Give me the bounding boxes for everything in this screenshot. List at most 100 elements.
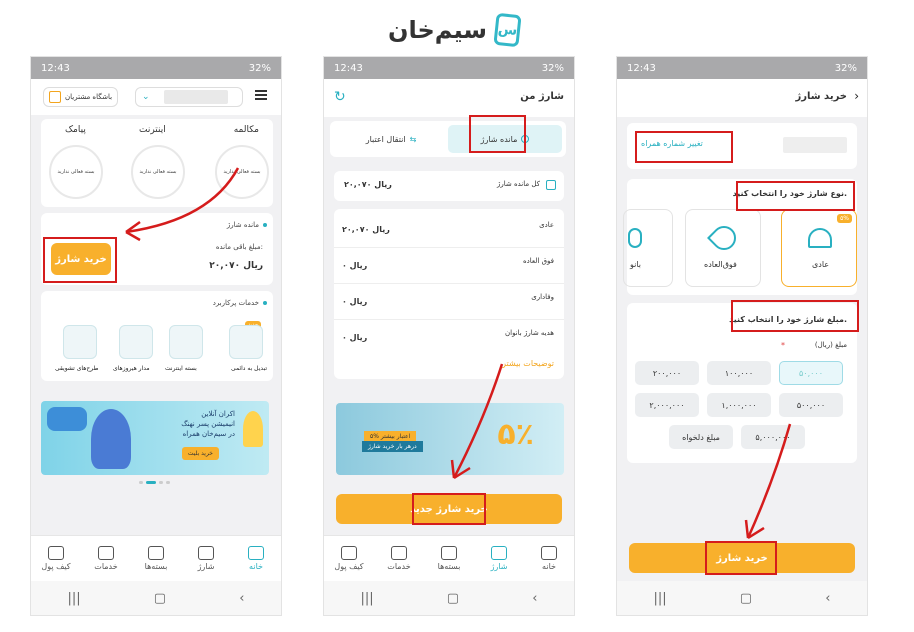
home-circle-icon[interactable]: ▢ bbox=[154, 591, 166, 606]
wallet-icon bbox=[341, 546, 357, 560]
internet-package-icon[interactable] bbox=[169, 325, 203, 359]
type-option-super[interactable]: فوق‌العاده bbox=[685, 209, 761, 287]
tab-services[interactable]: خدمات bbox=[378, 546, 420, 571]
tab-services[interactable]: خدمات bbox=[85, 546, 127, 571]
home-circle-icon[interactable]: ▢ bbox=[447, 591, 459, 606]
dot-icon bbox=[263, 223, 267, 227]
recent-apps-icon[interactable]: ||| bbox=[68, 591, 81, 606]
buy-charge-button[interactable]: خرید شارژ bbox=[51, 243, 111, 275]
home-circle-icon[interactable]: ▢ bbox=[740, 591, 752, 606]
type-option-women[interactable]: بانو bbox=[623, 209, 673, 287]
tab-sms[interactable]: پیامک bbox=[65, 125, 86, 135]
android-nav-bar: ||| ▢ ‹ bbox=[31, 581, 281, 615]
balance-label: مبلغ باقی مانده: bbox=[215, 243, 263, 251]
recent-apps-icon[interactable]: ||| bbox=[361, 591, 374, 606]
phone-number-card: تغییر شماره همراه bbox=[627, 123, 857, 169]
promo-big-percent: ۵٪ bbox=[497, 417, 534, 452]
ribbon-badge-icon bbox=[243, 411, 263, 447]
amount-option[interactable]: ۵,۰۰۰,۰۰۰ bbox=[741, 425, 805, 449]
recent-apps-icon[interactable]: ||| bbox=[654, 591, 667, 606]
buy-charge-submit-button[interactable]: خرید شارژ bbox=[629, 543, 855, 573]
custom-amount-option[interactable]: مبلغ دلخواه bbox=[669, 425, 733, 449]
back-icon[interactable]: ‹ bbox=[239, 591, 244, 606]
wallet-icon bbox=[521, 135, 530, 143]
amount-option[interactable]: ۵۰,۰۰۰ bbox=[779, 361, 843, 385]
customer-club-button[interactable]: باشگاه مشتریان bbox=[43, 87, 119, 107]
tab-label: خانه bbox=[542, 562, 556, 571]
movie-banner[interactable]: اکران آنلاین انیمیشن پسر نهنگ در سیم‌خان… bbox=[41, 401, 269, 475]
sim-convert-icon[interactable] bbox=[229, 325, 263, 359]
home-icon bbox=[541, 546, 557, 560]
buy-new-charge-button[interactable]: خرید شارژ جدید bbox=[336, 494, 562, 524]
tab-wallet[interactable]: کیف پول bbox=[35, 546, 77, 571]
status-time: 12:43 bbox=[41, 62, 70, 74]
total-balance-card: کل مانده شارژ ۲۰,۰۷۰ ریال bbox=[334, 171, 564, 201]
charge-type-card: نوع شارژ خود را انتخاب کنید. ۵% عادی فوق… bbox=[623, 179, 857, 295]
status-battery: 32% bbox=[834, 62, 857, 74]
tab-wallet[interactable]: کیف پول bbox=[328, 546, 370, 571]
phone-my-charge-screen: 12:43 32% ↻ شارژ من مانده شارژ انتقال اع… bbox=[323, 56, 575, 616]
tab-transfer[interactable]: انتقال اعتبار ⇆ bbox=[334, 125, 448, 153]
back-icon[interactable]: ‹ bbox=[532, 591, 537, 606]
amount-option[interactable]: ۱,۰۰۰,۰۰۰ bbox=[707, 393, 771, 417]
service-label-convert: تبدیل به دائمی bbox=[230, 365, 267, 372]
tab-home[interactable]: خانه bbox=[528, 546, 570, 571]
balance-value: ۲۰,۰۷۰ ریال bbox=[209, 261, 263, 271]
amount-option[interactable]: ۲۰۰,۰۰۰ bbox=[635, 361, 699, 385]
banner-line2: انیمیشن پسر نهنگ bbox=[181, 420, 235, 428]
tab-packages[interactable]: بسته‌ها bbox=[135, 546, 177, 571]
tab-charge[interactable]: شارژ bbox=[185, 546, 227, 571]
page-title: شارژ من bbox=[520, 91, 564, 102]
tab-label: خانه bbox=[249, 562, 263, 571]
gift-icon bbox=[49, 91, 61, 103]
balance-title: مانده شارژ bbox=[226, 221, 259, 229]
amount-option[interactable]: ۵۰۰,۰۰۰ bbox=[779, 393, 843, 417]
tab-packages[interactable]: بسته‌ها bbox=[428, 546, 470, 571]
logo-text: سیم‌خان bbox=[388, 16, 488, 44]
menu-icon[interactable] bbox=[255, 90, 267, 100]
total-balance-label: کل مانده شارژ bbox=[496, 180, 540, 188]
refresh-icon[interactable]: ↻ bbox=[334, 89, 346, 105]
packages-card: مکالمه اینترنت پیامک بسته فعالی ندارید ب… bbox=[41, 119, 273, 207]
promo-line2: درهر بار خرید شارژ bbox=[362, 441, 423, 452]
simkhan-logo: سیم‌خان س bbox=[388, 12, 522, 48]
back-icon[interactable]: ‹ bbox=[825, 591, 830, 606]
dot-icon bbox=[263, 301, 267, 305]
row-value: ۰ ریال bbox=[342, 261, 368, 270]
orbit-icon[interactable] bbox=[119, 325, 153, 359]
back-arrow-icon[interactable]: › bbox=[854, 89, 859, 103]
row-value: ۲۰,۰۷۰ ریال bbox=[342, 225, 390, 234]
number-select[interactable]: ⌄ bbox=[135, 87, 243, 107]
woman-icon bbox=[628, 228, 642, 248]
services-title: خدمات پرکاربرد bbox=[212, 299, 259, 307]
tab-charge[interactable]: شارژ bbox=[478, 546, 520, 571]
home-icon bbox=[248, 546, 264, 560]
type-title: نوع شارژ خود را انتخاب کنید. bbox=[732, 189, 847, 198]
amount-card: مبلغ شارژ خود را انتخاب کنید. مبلغ (ریال… bbox=[627, 303, 857, 463]
promo-banner[interactable]: ۵% اعتبار بیشتر درهر بار خرید شارژ ۵٪ bbox=[336, 403, 564, 475]
status-bar: 12:43 32% bbox=[31, 57, 281, 79]
more-details-link[interactable]: توضیحات بیشتر bbox=[502, 359, 554, 368]
cartoon-logo-icon bbox=[47, 407, 87, 431]
tab-label: خدمات bbox=[94, 562, 118, 571]
tab-balance[interactable]: مانده شارژ bbox=[448, 125, 562, 153]
required-star: * bbox=[781, 341, 785, 350]
tab-home[interactable]: خانه bbox=[235, 546, 277, 571]
tab-calls[interactable]: مکالمه bbox=[234, 125, 259, 135]
change-number-link[interactable]: تغییر شماره همراه bbox=[641, 139, 703, 148]
type-option-regular[interactable]: ۵% عادی bbox=[781, 209, 857, 287]
banner-line1: اکران آنلاین bbox=[201, 410, 235, 418]
buy-ticket-button[interactable]: خرید بلیت bbox=[181, 447, 219, 460]
sms-package-circle: بسته فعالی ندارید bbox=[49, 145, 103, 199]
tab-label: بسته‌ها bbox=[144, 562, 168, 571]
amount-option[interactable]: ۲,۰۰۰,۰۰۰ bbox=[635, 393, 699, 417]
tab-internet[interactable]: اینترنت bbox=[139, 125, 166, 135]
service-label-internet: بسته اینترنت bbox=[165, 365, 197, 372]
incentive-icon[interactable] bbox=[63, 325, 97, 359]
balance-card: مانده شارژ مبلغ باقی مانده: ۲۰,۰۷۰ ریال … bbox=[41, 213, 273, 285]
customer-club-label: باشگاه مشتریان bbox=[65, 93, 113, 101]
type-label: عادی bbox=[812, 260, 830, 269]
transfer-icon: ⇆ bbox=[409, 134, 417, 144]
amount-option[interactable]: ۱۰۰,۰۰۰ bbox=[707, 361, 771, 385]
tab-label: شارژ bbox=[490, 562, 508, 571]
